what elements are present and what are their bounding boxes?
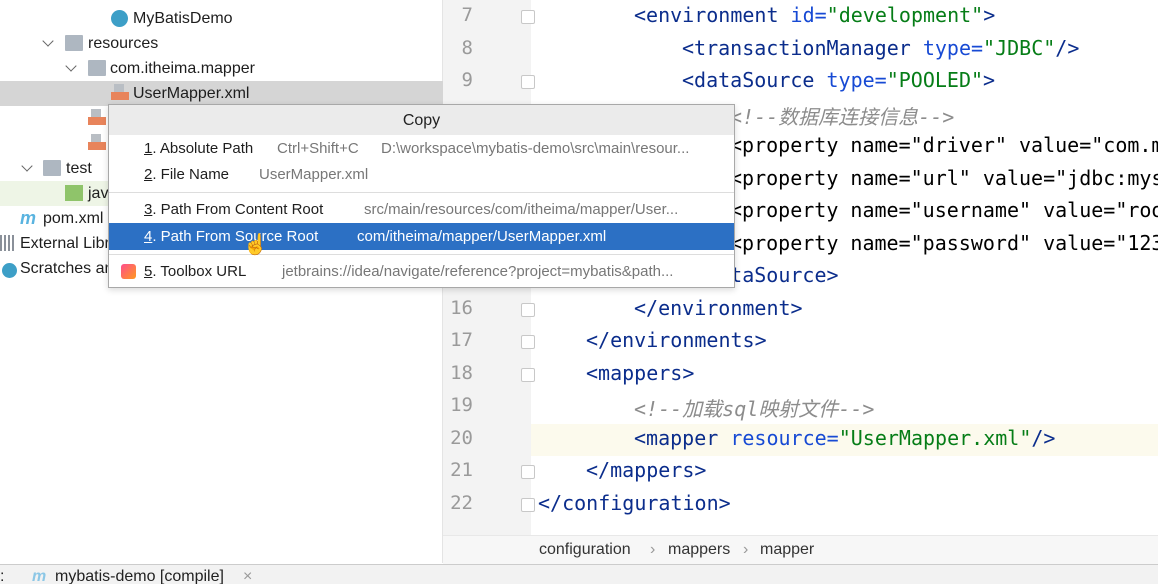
folder-icon xyxy=(88,60,106,76)
line-number: 17 xyxy=(450,329,473,351)
code-line: <mappers> xyxy=(586,360,695,385)
code-line: </configuration> xyxy=(538,490,731,515)
fold-marker-icon[interactable] xyxy=(521,10,535,24)
fold-marker-icon[interactable] xyxy=(521,75,535,89)
library-icon xyxy=(0,235,16,251)
popup-title: Copy xyxy=(109,105,734,135)
code-line: <!--加载sql映射文件--> xyxy=(634,397,875,421)
mouse-cursor-icon: ☝ xyxy=(243,234,268,256)
copy-path-popup: Copy 1. Absolute Path Ctrl+Shift+C D:\wo… xyxy=(108,104,735,288)
separator xyxy=(109,192,734,193)
code-line: <property name="url" value="jdbc:mys xyxy=(730,165,1158,190)
breadcrumb-mappers[interactable]: mappers xyxy=(668,536,730,564)
code-line: <dataSource type="POOLED"> xyxy=(682,68,996,92)
chevron-right-icon: › xyxy=(650,541,656,558)
xml-file-icon xyxy=(88,109,106,125)
separator xyxy=(109,254,734,255)
breadcrumb-configuration[interactable]: configuration xyxy=(539,536,631,564)
xml-file-icon xyxy=(111,84,129,100)
tree-item-mybatisdemo[interactable]: MyBatisDemo xyxy=(0,6,443,31)
menu-item-content-root[interactable]: 3. Path From Content Root src/main/resou… xyxy=(109,196,734,223)
folder-icon xyxy=(43,160,61,176)
tree-item-usermapper[interactable]: UserMapper.xml xyxy=(0,81,443,106)
code-line: <transactionManager type="JDBC"/> xyxy=(682,35,1080,60)
line-number: 7 xyxy=(461,4,473,26)
code-line: <mapper resource="UserMapper.xml"/> xyxy=(634,425,1056,450)
line-number: 21 xyxy=(450,459,473,481)
close-icon[interactable]: × xyxy=(243,565,252,584)
menu-item-source-root[interactable]: 4. Path From Source Root com/itheima/map… xyxy=(109,223,734,250)
test-folder-icon xyxy=(65,185,83,201)
xml-file-icon xyxy=(88,134,106,150)
code-line: </environments> xyxy=(586,328,767,352)
code-line: <property name="driver" value="com.m xyxy=(730,133,1158,157)
line-number: 22 xyxy=(450,491,473,514)
run-tab[interactable]: mybatis-demo [compile] xyxy=(55,565,224,584)
chevron-down-icon[interactable] xyxy=(65,60,77,72)
code-line: </mappers> xyxy=(586,458,707,482)
code-line: <property name="username" value="roo xyxy=(730,198,1158,222)
tree-item-package[interactable]: com.itheima.mapper xyxy=(0,56,443,81)
breadcrumb: configuration › mappers › mapper xyxy=(443,535,1158,564)
line-number: 8 xyxy=(461,36,473,59)
code-line: </environment> xyxy=(634,295,803,320)
fold-marker-icon[interactable] xyxy=(521,465,535,479)
code-line: <!--数据库连接信息--> xyxy=(730,104,955,129)
maven-icon: m xyxy=(32,568,47,584)
tree-item-resources[interactable]: resources xyxy=(0,31,443,56)
fold-marker-icon[interactable] xyxy=(521,367,535,382)
java-class-icon xyxy=(111,10,128,27)
line-number: 20 xyxy=(450,426,473,449)
run-tool-bar: : m mybatis-demo [compile] × xyxy=(0,564,1158,584)
line-number: 16 xyxy=(450,296,473,319)
breadcrumb-mapper[interactable]: mapper xyxy=(760,536,814,564)
line-number: 9 xyxy=(461,69,473,91)
code-line: <environment id="development"> xyxy=(634,3,996,27)
menu-item-file-name[interactable]: 2. File Name UserMapper.xml xyxy=(109,161,734,188)
maven-icon: m xyxy=(20,208,37,228)
scratches-icon xyxy=(2,263,17,278)
menu-item-toolbox-url[interactable]: 5. Toolbox URL jetbrains://idea/navigate… xyxy=(109,258,734,285)
chevron-down-icon[interactable] xyxy=(21,160,33,172)
resources-folder-icon xyxy=(65,35,83,51)
menu-item-absolute-path[interactable]: 1. Absolute Path Ctrl+Shift+C D:\workspa… xyxy=(109,135,734,162)
code-line: <property name="password" value="123 xyxy=(730,230,1158,255)
fold-marker-icon[interactable] xyxy=(521,335,535,349)
fold-marker-icon[interactable] xyxy=(521,497,535,512)
fold-marker-icon[interactable] xyxy=(521,302,535,317)
line-number: 18 xyxy=(450,361,473,384)
toolbox-icon xyxy=(121,264,136,279)
line-number: 19 xyxy=(450,394,473,416)
chevron-right-icon: › xyxy=(743,541,749,558)
chevron-down-icon[interactable] xyxy=(42,35,54,47)
